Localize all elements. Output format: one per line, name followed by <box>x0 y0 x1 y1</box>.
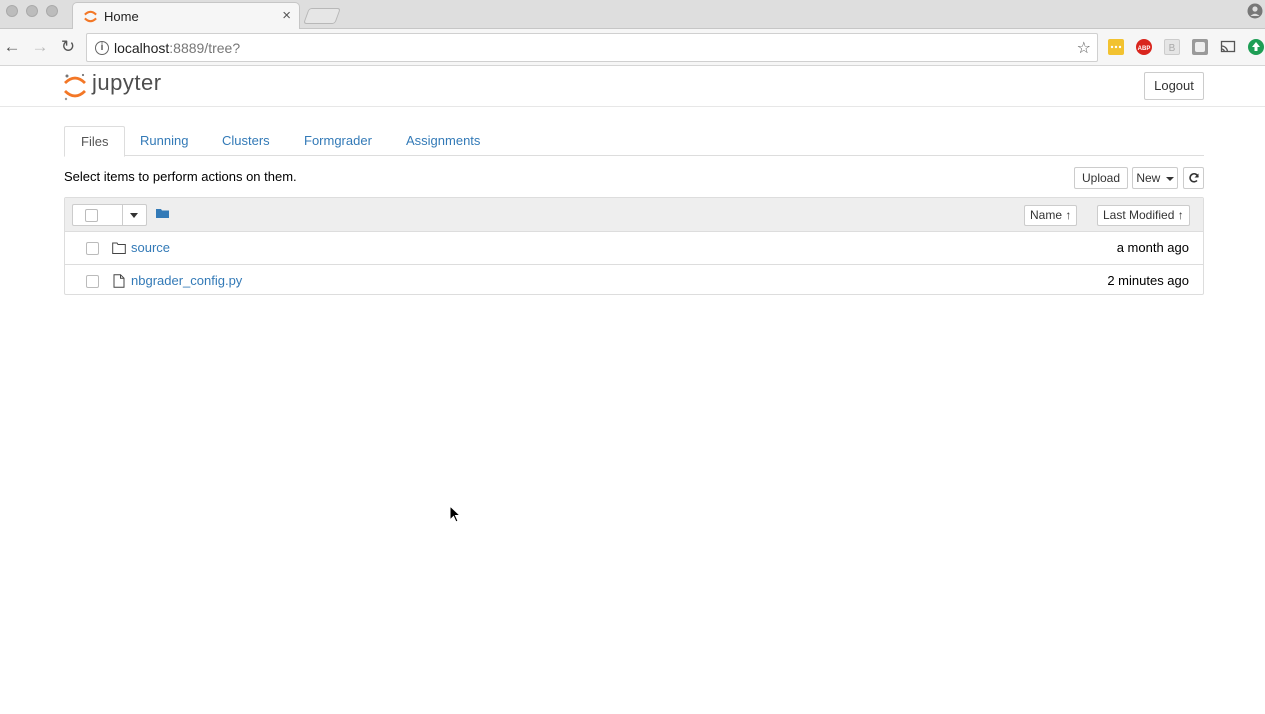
site-info-icon[interactable]: i <box>95 41 109 55</box>
forward-button[interactable]: → <box>30 37 50 57</box>
new-dropdown-button[interactable]: New <box>1132 167 1178 189</box>
item-name-link[interactable]: nbgrader_config.py <box>131 273 242 288</box>
mouse-cursor-icon <box>449 505 461 523</box>
jupyter-logo-icon[interactable] <box>63 72 87 102</box>
adblock-extension-icon[interactable]: ABP <box>1136 39 1152 55</box>
url-text: localhost:8889/tree? <box>114 40 240 56</box>
list-item[interactable]: source a month ago <box>65 232 1203 264</box>
folder-icon[interactable] <box>156 208 169 218</box>
browser-tab-title: Home <box>104 9 139 24</box>
window-extension-icon[interactable] <box>1192 39 1208 55</box>
logout-button[interactable]: Logout <box>1144 72 1204 100</box>
url-host: localhost <box>114 40 170 56</box>
listing-header: Name ↑ Last Modified ↑ <box>65 198 1203 232</box>
chevron-down-icon[interactable] <box>130 213 138 218</box>
arrow-up-icon: ↑ <box>1065 208 1072 222</box>
refresh-icon <box>1188 173 1199 183</box>
browser-tabstrip: Home × <box>0 0 1265 30</box>
maximize-window-button[interactable] <box>46 5 58 17</box>
folder-outline-icon <box>112 242 126 254</box>
sort-modified-label: Last Modified <box>1103 208 1175 222</box>
tab-files[interactable]: Files <box>64 126 126 157</box>
reload-button[interactable]: ↻ <box>58 37 78 57</box>
new-tab-button[interactable] <box>303 8 341 24</box>
chevron-down-icon <box>1165 176 1174 181</box>
sort-by-modified-button[interactable]: Last Modified ↑ <box>1097 205 1190 226</box>
browser-tab-home[interactable]: Home × <box>72 2 300 30</box>
new-button-label: New <box>1136 171 1161 185</box>
file-listing: Name ↑ Last Modified ↑ source a month ag… <box>64 197 1204 295</box>
svg-text:B: B <box>1169 43 1176 54</box>
jupyter-favicon-icon <box>84 10 97 23</box>
list-item[interactable]: nbgrader_config.py 2 minutes ago <box>65 264 1203 296</box>
file-icon <box>113 274 125 288</box>
selection-hint-text: Select items to perform actions on them. <box>64 169 297 184</box>
update-arrow-icon[interactable] <box>1248 39 1264 55</box>
bookmark-star-icon[interactable]: ☆ <box>1077 38 1091 58</box>
item-checkbox[interactable] <box>86 242 99 255</box>
back-button[interactable]: ← <box>2 37 22 57</box>
jupyter-header: jupyter Logout <box>0 67 1265 107</box>
select-all-checkbox[interactable] <box>85 209 98 222</box>
select-all-dropdown[interactable] <box>72 204 147 226</box>
browser-toolbar: ← → ↻ i localhost:8889/tree? ☆ ABP B <box>0 29 1265 66</box>
minimize-window-button[interactable] <box>26 5 38 17</box>
item-modified-time: a month ago <box>1116 240 1189 255</box>
arrow-up-icon: ↑ <box>1177 208 1184 222</box>
divider <box>122 205 123 225</box>
svg-text:ABP: ABP <box>1138 46 1151 52</box>
address-bar[interactable]: i localhost:8889/tree? ☆ <box>86 33 1098 62</box>
sort-by-name-button[interactable]: Name ↑ <box>1024 205 1078 226</box>
notes-extension-icon[interactable] <box>1108 39 1124 55</box>
jupyter-logo-text[interactable]: jupyter <box>92 70 162 96</box>
tab-formgrader[interactable]: Formgrader <box>288 126 388 156</box>
item-name-link[interactable]: source <box>131 240 170 255</box>
url-path: :8889/tree? <box>169 40 241 56</box>
close-window-button[interactable] <box>6 5 18 17</box>
tab-assignments[interactable]: Assignments <box>390 126 496 156</box>
tab-running[interactable]: Running <box>124 126 204 156</box>
profile-icon[interactable] <box>1247 3 1263 19</box>
cast-icon[interactable] <box>1220 39 1236 55</box>
tab-clusters[interactable]: Clusters <box>206 126 286 156</box>
tab-close-icon[interactable]: × <box>282 7 291 24</box>
b-extension-icon[interactable]: B <box>1164 39 1180 55</box>
refresh-button[interactable] <box>1183 167 1204 189</box>
upload-button[interactable]: Upload <box>1074 167 1128 189</box>
main-tabs: Files Running Clusters Formgrader Assign… <box>64 126 1204 157</box>
item-checkbox[interactable] <box>86 275 99 288</box>
item-modified-time: 2 minutes ago <box>1107 273 1189 288</box>
sort-name-label: Name <box>1030 208 1063 222</box>
